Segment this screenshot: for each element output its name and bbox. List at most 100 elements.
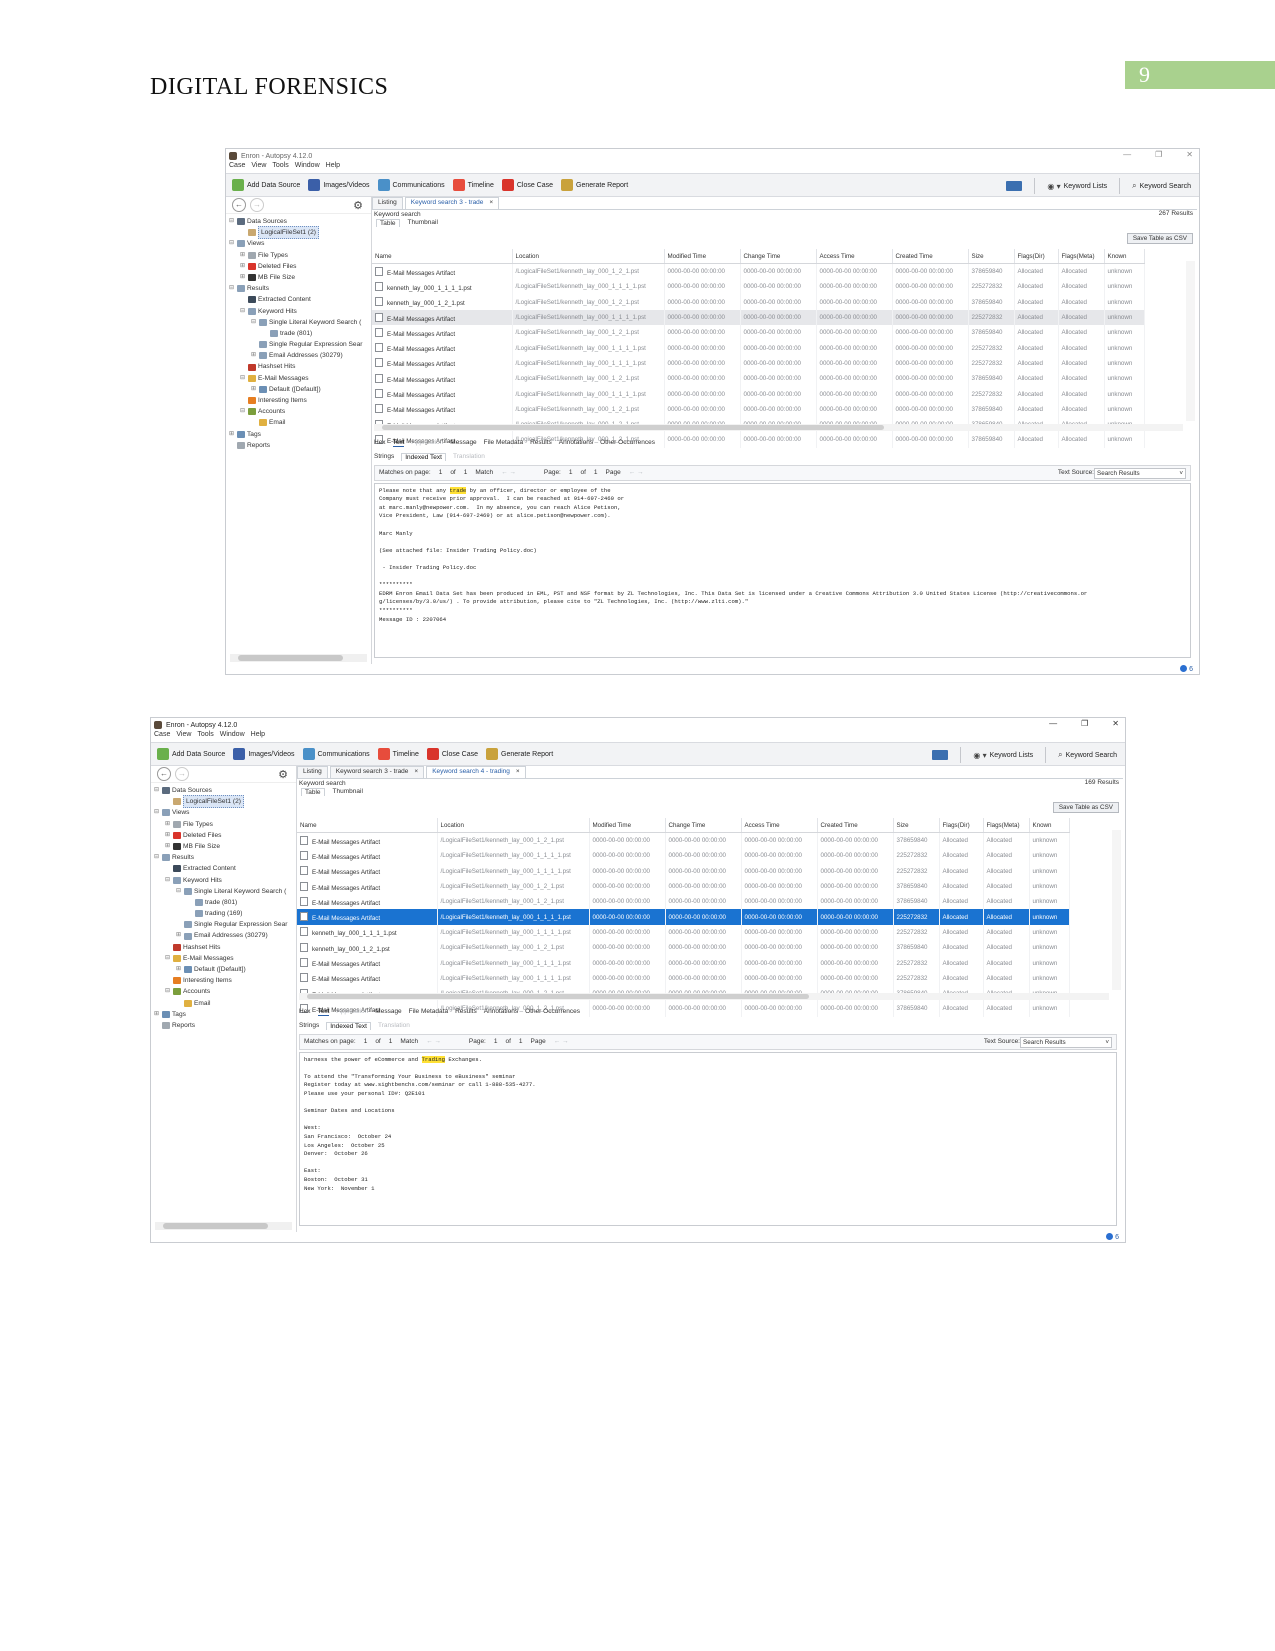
content-tab[interactable]: Application: [336, 1008, 368, 1016]
expand-icon[interactable]: ⊞: [239, 250, 246, 261]
table-row[interactable]: E-Mail Messages Artifact/LogicalFileSet1…: [297, 894, 1070, 910]
text-tab[interactable]: Indexed Text: [401, 452, 446, 461]
result-tab[interactable]: Listing: [372, 197, 403, 209]
tree-node[interactable]: ⊟ Views: [228, 238, 371, 249]
collapse-icon[interactable]: ⊟: [228, 216, 235, 227]
tab-close-icon[interactable]: ×: [516, 768, 520, 775]
table-row[interactable]: kenneth_lay_000_1_1_1_1.pst/LogicalFileS…: [297, 924, 1070, 941]
content-tab[interactable]: Annotations: [559, 439, 593, 447]
email-notification-icon[interactable]: [1006, 181, 1023, 191]
collapse-icon[interactable]: ⊟: [239, 306, 246, 317]
images-videos-button[interactable]: Images/Videos: [233, 748, 295, 760]
tree-node[interactable]: Single Regular Expression Sear: [153, 919, 296, 930]
text-source-select[interactable]: Search Results ˅: [1094, 467, 1186, 479]
close-case-button[interactable]: Close Case: [501, 179, 553, 191]
table-row[interactable]: kenneth_lay_000_1_2_1.pst/LogicalFileSet…: [297, 940, 1070, 956]
column-header[interactable]: Size: [968, 249, 1015, 264]
email-notification-icon[interactable]: [932, 750, 949, 760]
tree-node[interactable]: Extracted Content: [228, 294, 371, 305]
content-tab[interactable]: Annotations: [484, 1008, 518, 1016]
tree-node[interactable]: LogicalFileSet1 (2): [153, 795, 296, 809]
page-arrows-icon[interactable]: ← →: [554, 1038, 569, 1045]
generate-report-button[interactable]: Generate Report: [486, 748, 553, 760]
table-row[interactable]: E-Mail Messages Artifact/LogicalFileSet1…: [372, 355, 1145, 372]
table-row[interactable]: E-Mail Messages Artifact/LogicalFileSet1…: [297, 848, 1070, 864]
tree-node[interactable]: ⊞ Deleted Files: [153, 830, 296, 841]
column-header[interactable]: Modified Time: [589, 818, 666, 833]
table-row[interactable]: E-Mail Messages Artifact/LogicalFileSet1…: [372, 309, 1145, 326]
tree-node[interactable]: ⊟ Views: [153, 807, 296, 818]
forward-arrow-icon[interactable]: →: [250, 198, 264, 212]
menu-window[interactable]: Window: [295, 162, 320, 173]
collapse-icon[interactable]: ⊟: [228, 283, 235, 294]
result-tab[interactable]: Keyword search 4 - trading ×: [426, 766, 526, 778]
collapse-icon[interactable]: ⊟: [153, 785, 160, 796]
column-header[interactable]: Name: [372, 249, 513, 264]
table-row[interactable]: E-Mail Messages Artifact/LogicalFileSet1…: [297, 878, 1070, 895]
tree-node[interactable]: ⊟ E-Mail Messages: [153, 953, 296, 964]
table-tab[interactable]: Table: [376, 219, 400, 227]
table-row[interactable]: E-Mail Messages Artifact/LogicalFileSet1…: [372, 371, 1145, 387]
column-header[interactable]: Flags(Meta): [983, 818, 1030, 833]
content-tab[interactable]: Application: [411, 439, 443, 447]
table-row[interactable]: kenneth_lay_000_1_1_1_1.pst/LogicalFileS…: [372, 279, 1145, 295]
tab-close-icon[interactable]: ×: [414, 768, 418, 775]
expand-icon[interactable]: ⊞: [175, 964, 182, 975]
minimize-icon[interactable]: —: [1049, 719, 1057, 728]
save-table-csv-button[interactable]: Save Table as CSV: [1126, 233, 1193, 244]
result-tab[interactable]: Keyword search 3 - trade ×: [404, 197, 500, 209]
column-header[interactable]: Name: [297, 818, 438, 833]
content-tab[interactable]: Text: [392, 439, 405, 447]
tree-node[interactable]: ⊞ Default ([Default]): [228, 384, 371, 395]
table-row[interactable]: E-Mail Messages Artifact/LogicalFileSet1…: [372, 401, 1145, 417]
column-header[interactable]: Modified Time: [664, 249, 741, 264]
keyword-search-button[interactable]: ⌕ Keyword Search: [1132, 181, 1191, 191]
indexed-text-pane[interactable]: harness the power of eCommerce and Tradi…: [299, 1051, 1117, 1226]
text-tab[interactable]: Strings: [374, 453, 394, 461]
images-videos-button[interactable]: Images/Videos: [308, 179, 370, 191]
table-row[interactable]: E-Mail Messages Artifact/LogicalFileSet1…: [297, 955, 1070, 971]
tree-node[interactable]: ⊞ Default ([Default]): [153, 964, 296, 975]
content-tab[interactable]: File Metadata: [484, 439, 523, 447]
tree-node[interactable]: Email: [153, 998, 296, 1009]
tree-node[interactable]: ⊟ Single Literal Keyword Search (: [153, 886, 296, 897]
column-header[interactable]: Location: [512, 249, 665, 264]
result-tab[interactable]: Listing: [297, 766, 328, 778]
close-icon[interactable]: ✕: [1112, 719, 1119, 728]
collapse-icon[interactable]: ⊟: [239, 406, 246, 417]
tree-horizontal-scrollbar[interactable]: [155, 1222, 292, 1230]
minimize-icon[interactable]: —: [1123, 150, 1131, 159]
table-row[interactable]: E-Mail Messages Artifact/LogicalFileSet1…: [372, 386, 1145, 402]
tree-node[interactable]: trade (801): [153, 897, 296, 908]
tree-node[interactable]: LogicalFileSet1 (2): [228, 226, 371, 240]
menu-tools[interactable]: Tools: [197, 731, 213, 742]
timeline-button[interactable]: Timeline: [377, 748, 419, 760]
collapse-icon[interactable]: ⊟: [164, 953, 171, 964]
tree-node[interactable]: ⊟ Results: [153, 852, 296, 863]
tree-node[interactable]: Interesting Items: [153, 975, 296, 986]
column-header[interactable]: Change Time: [740, 249, 817, 264]
keyword-lists-button[interactable]: ◉ ▾ Keyword Lists: [973, 751, 1033, 760]
tree-node[interactable]: ⊟ Keyword Hits: [153, 875, 296, 886]
menu-tools[interactable]: Tools: [272, 162, 288, 173]
tree-node[interactable]: ⊞ Email Addresses (30279): [228, 350, 371, 361]
tree-node[interactable]: ⊞ File Types: [153, 819, 296, 830]
tree-node[interactable]: ⊞ Tags: [228, 429, 371, 440]
tree-node[interactable]: Reports: [153, 1020, 296, 1031]
page-arrows-icon[interactable]: ← →: [629, 469, 644, 476]
save-table-csv-button[interactable]: Save Table as CSV: [1052, 802, 1119, 813]
collapse-icon[interactable]: ⊟: [175, 886, 182, 897]
tree-node[interactable]: ⊞ Tags: [153, 1009, 296, 1020]
expand-icon[interactable]: ⊞: [250, 384, 257, 395]
info-notification-icon[interactable]: 6: [1180, 665, 1193, 673]
expand-icon[interactable]: ⊞: [164, 819, 171, 830]
content-tab[interactable]: Results: [455, 1008, 477, 1016]
table-row[interactable]: E-Mail Messages Artifact/LogicalFileSet1…: [372, 263, 1145, 280]
column-header[interactable]: Known: [1029, 818, 1070, 833]
gear-icon[interactable]: ⚙: [353, 199, 363, 212]
column-header[interactable]: Location: [437, 818, 590, 833]
add-data-source-button[interactable]: Add Data Source: [232, 179, 300, 191]
expand-icon[interactable]: ⊞: [228, 429, 235, 440]
tree-node[interactable]: ⊞ MB File Size: [153, 841, 296, 852]
tree-node[interactable]: Email: [228, 417, 371, 428]
